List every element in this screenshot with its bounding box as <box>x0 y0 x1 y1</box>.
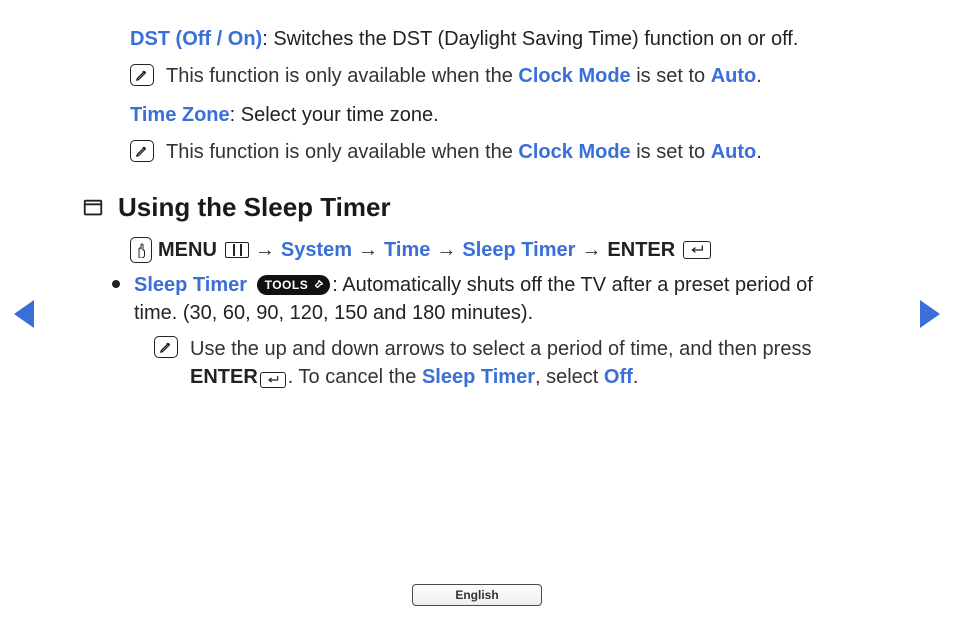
section-title: Using the Sleep Timer <box>118 192 391 223</box>
note2-mid: is set to <box>631 141 711 163</box>
pencil-icon <box>130 64 154 86</box>
hand-icon <box>130 237 152 263</box>
crumb-sleep-timer: Sleep Timer <box>462 239 575 262</box>
arrow-sep: → <box>255 239 275 262</box>
note1-prefix: This function is only available when the <box>166 65 518 87</box>
page-content: DST (Off / On): Switches the DST (Daylig… <box>130 20 860 398</box>
note-row-2: This function is only available when the… <box>130 139 860 166</box>
book-icon <box>82 197 104 219</box>
tools-label: TOOLS <box>265 277 309 294</box>
subnote-sleeptimer: Sleep Timer <box>422 366 535 388</box>
sub-note: Use the up and down arrows to select a p… <box>154 335 860 392</box>
note1-auto: Auto <box>711 65 757 87</box>
section-header: Using the Sleep Timer <box>82 192 860 223</box>
bullet-dot-icon <box>112 280 120 288</box>
tools-badge: TOOLS <box>257 275 331 295</box>
subnote-b: . To cancel the <box>288 366 422 388</box>
crumb-menu: MENU <box>158 239 217 262</box>
bullet-body: Sleep Timer TOOLS : Automatically shuts … <box>134 271 860 392</box>
subnote-a: Use the up and down arrows to select a p… <box>190 338 811 360</box>
note2-auto: Auto <box>711 141 757 163</box>
note1-mid: is set to <box>631 65 711 87</box>
subnote-enter: ENTER <box>190 366 258 388</box>
note1-clockmode: Clock Mode <box>518 65 630 87</box>
menu-grid-icon <box>225 242 249 258</box>
timezone-line: Time Zone: Select your time zone. <box>130 102 860 129</box>
subnote-c: , select <box>535 366 604 388</box>
dst-label: DST (Off / On) <box>130 28 262 50</box>
pencil-icon <box>130 140 154 162</box>
note2-prefix: This function is only available when the <box>166 141 518 163</box>
arrow-sep: → <box>358 239 378 262</box>
crumb-system: System <box>281 239 352 262</box>
language-badge[interactable]: English <box>412 584 542 606</box>
crumb-enter: ENTER <box>607 239 675 262</box>
note1-text: This function is only available when the… <box>166 63 860 90</box>
bullet-label: Sleep Timer <box>134 274 247 296</box>
timezone-label: Time Zone <box>130 104 230 126</box>
note2-suffix: . <box>756 141 762 163</box>
crumb-time: Time <box>384 239 430 262</box>
dst-desc: : Switches the DST (Daylight Saving Time… <box>262 28 798 50</box>
enter-icon <box>260 372 286 388</box>
note2-text: This function is only available when the… <box>166 139 860 166</box>
subnote-off: Off <box>604 366 633 388</box>
manual-page: DST (Off / On): Switches the DST (Daylig… <box>0 0 954 624</box>
note1-suffix: . <box>756 65 762 87</box>
language-label: English <box>455 588 498 602</box>
note2-clockmode: Clock Mode <box>518 141 630 163</box>
arrow-sep: → <box>436 239 456 262</box>
subnote-d: . <box>633 366 639 388</box>
arrow-sep: → <box>581 239 601 262</box>
next-page-arrow[interactable] <box>920 300 940 328</box>
dst-line: DST (Off / On): Switches the DST (Daylig… <box>130 26 860 53</box>
enter-icon <box>683 241 711 259</box>
pencil-icon <box>154 336 178 358</box>
prev-page-arrow[interactable] <box>14 300 34 328</box>
subnote-text: Use the up and down arrows to select a p… <box>190 335 860 392</box>
note-row-1: This function is only available when the… <box>130 63 860 90</box>
bullet-item: Sleep Timer TOOLS : Automatically shuts … <box>130 271 860 392</box>
menu-path: MENU → System → Time → Sleep Timer → ENT… <box>130 237 860 263</box>
timezone-desc: : Select your time zone. <box>230 104 439 126</box>
